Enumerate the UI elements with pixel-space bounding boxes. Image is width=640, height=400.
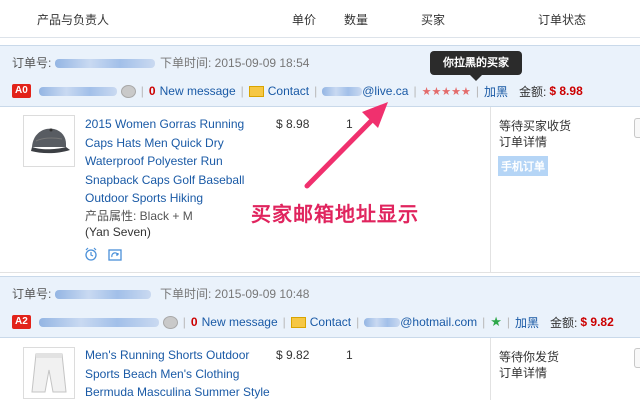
buyer-level-badge: A2 bbox=[12, 315, 31, 329]
order-number: 订单号: bbox=[12, 285, 151, 302]
product-thumbnail[interactable] bbox=[23, 347, 75, 399]
amount-label: 金额: bbox=[550, 315, 578, 330]
order-buyer-bar: A2 | 0 New message | Contact | @hotmail.… bbox=[12, 312, 614, 332]
col-qty-header: 数量 bbox=[344, 13, 369, 27]
buyer-email[interactable]: @hotmail.com bbox=[400, 315, 477, 329]
table-header: 产品与负责人 单价 数量 买家 订单状态 bbox=[0, 0, 640, 38]
order-number: 订单号: bbox=[12, 54, 155, 71]
order-number-redacted bbox=[54, 59, 155, 69]
order-status: 等待你发货 bbox=[499, 350, 560, 364]
tooltip-tail bbox=[470, 75, 482, 81]
action-button[interactable] bbox=[634, 348, 640, 368]
product-title-link[interactable]: 2015 Women Gorras Running Caps Hats Men … bbox=[85, 115, 260, 208]
col-price-header: 单价 bbox=[292, 13, 317, 27]
order-status: 等待买家收货 bbox=[499, 119, 572, 133]
buyer-name-redacted[interactable] bbox=[38, 86, 117, 96]
order-number-redacted bbox=[54, 290, 151, 300]
col-buyer-header: 买家 bbox=[421, 13, 446, 27]
product-attributes: 产品属性: Black + M bbox=[85, 209, 193, 223]
new-message-link[interactable]: New message bbox=[202, 315, 278, 329]
contact-link[interactable]: Contact bbox=[310, 315, 351, 329]
annotation-text: 买家邮箱地址显示 bbox=[251, 204, 419, 226]
blacklist-link[interactable]: 加黑 bbox=[484, 83, 508, 100]
action-button[interactable] bbox=[634, 118, 640, 138]
order-time: 下单时间: 2015-09-09 10:48 bbox=[160, 287, 310, 301]
quantity: 1 bbox=[346, 348, 353, 362]
mail-icon bbox=[290, 316, 306, 328]
order-time: 下单时间: 2015-09-09 18:54 bbox=[160, 56, 310, 70]
order-detail-link[interactable]: 订单详情 bbox=[499, 364, 547, 381]
buyer-level-badge: A0 bbox=[12, 84, 31, 98]
product-title-link[interactable]: Men's Running Shorts Outdoor Sports Beac… bbox=[85, 346, 275, 400]
mail-icon bbox=[248, 85, 264, 97]
chat-bubble-icon[interactable] bbox=[120, 84, 136, 98]
unit-price: $ 9.82 bbox=[276, 348, 310, 362]
annotation-arrow bbox=[304, 102, 388, 189]
blacklist-tooltip: 你拉黑的买家 bbox=[430, 51, 522, 75]
blacklist-link[interactable]: 加黑 bbox=[515, 314, 539, 331]
amount-label: 金额: bbox=[519, 84, 547, 99]
chat-bubble-icon[interactable] bbox=[162, 315, 178, 329]
product-thumbnail[interactable] bbox=[23, 115, 75, 167]
order-amount: $ 9.82 bbox=[580, 315, 614, 329]
feedback-stars: ★★★★★ bbox=[421, 85, 471, 98]
email-user-redacted bbox=[364, 317, 401, 327]
col-status-header: 订单状态 bbox=[538, 13, 587, 27]
shorts-image-icon bbox=[31, 353, 67, 393]
mobile-order-tag: 手机订单 bbox=[498, 156, 548, 176]
order-amount: $ 8.98 bbox=[549, 84, 583, 98]
feedback-stars: ★ bbox=[490, 314, 502, 329]
message-count: 0 bbox=[190, 315, 198, 329]
order-header: 订单号: 下单时间: 2015-09-09 10:48 A2 | 0 New m… bbox=[0, 276, 640, 338]
new-message-link[interactable]: New message bbox=[160, 84, 236, 98]
order-detail-link[interactable]: 订单详情 bbox=[499, 133, 547, 150]
refresh-icon[interactable] bbox=[108, 248, 122, 262]
message-count: 0 bbox=[148, 84, 156, 98]
cap-image-icon bbox=[31, 128, 70, 154]
alarm-clock-icon[interactable] bbox=[84, 247, 98, 261]
product-owner: (Yan Seven) bbox=[85, 225, 151, 239]
buyer-name-redacted[interactable] bbox=[38, 317, 159, 327]
col-product-header: 产品与负责人 bbox=[37, 13, 110, 27]
